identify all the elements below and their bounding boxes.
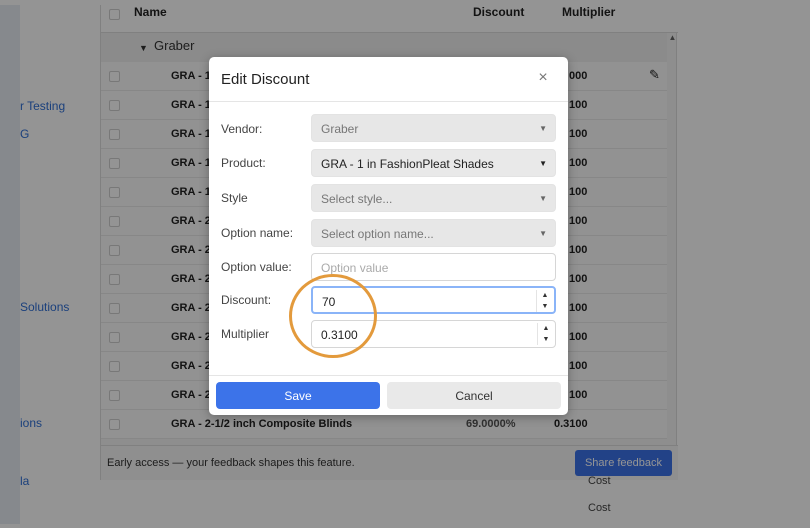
style-select[interactable]: Select style... ▼ — [311, 184, 556, 212]
vendor-select[interactable]: Graber ▼ — [311, 114, 556, 142]
decrement-icon[interactable]: ▼ — [537, 301, 553, 312]
multiplier-stepper[interactable]: ▲ ▼ — [537, 323, 553, 345]
vendor-value: Graber — [321, 122, 359, 136]
product-label: Product: — [221, 156, 266, 170]
increment-icon[interactable]: ▲ — [538, 323, 554, 334]
discount-stepper[interactable]: ▲ ▼ — [536, 290, 552, 312]
chevron-down-icon: ▼ — [539, 124, 547, 133]
save-button[interactable]: Save — [216, 382, 380, 409]
product-value: GRA - 1 in FashionPleat Shades — [321, 157, 494, 171]
edit-discount-dialog: Edit Discount × Vendor: Graber ▼ Product… — [209, 57, 568, 415]
increment-icon[interactable]: ▲ — [537, 290, 553, 301]
option-value-placeholder: Option value — [321, 261, 389, 275]
style-placeholder: Select style... — [321, 192, 393, 206]
close-icon[interactable]: × — [534, 69, 552, 87]
cancel-button[interactable]: Cancel — [387, 382, 561, 409]
option-name-placeholder: Select option name... — [321, 227, 434, 241]
option-value-label: Option value: — [221, 260, 292, 274]
chevron-down-icon: ▼ — [539, 194, 547, 203]
dialog-header: Edit Discount × — [209, 57, 568, 102]
vendor-label: Vendor: — [221, 122, 263, 136]
style-label: Style — [221, 191, 248, 205]
chevron-down-icon: ▼ — [539, 229, 547, 238]
product-select[interactable]: GRA - 1 in FashionPleat Shades ▼ — [311, 149, 556, 177]
dialog-footer: Save Cancel — [209, 375, 568, 415]
highlight-circle — [289, 274, 377, 358]
discount-label: Discount: — [221, 293, 272, 307]
multiplier-label: Multiplier — [221, 327, 270, 341]
option-name-select[interactable]: Select option name... ▼ — [311, 219, 556, 247]
dialog-title: Edit Discount — [221, 71, 310, 88]
chevron-down-icon: ▼ — [539, 159, 547, 168]
option-name-label: Option name: — [221, 226, 294, 240]
decrement-icon[interactable]: ▼ — [538, 334, 554, 345]
